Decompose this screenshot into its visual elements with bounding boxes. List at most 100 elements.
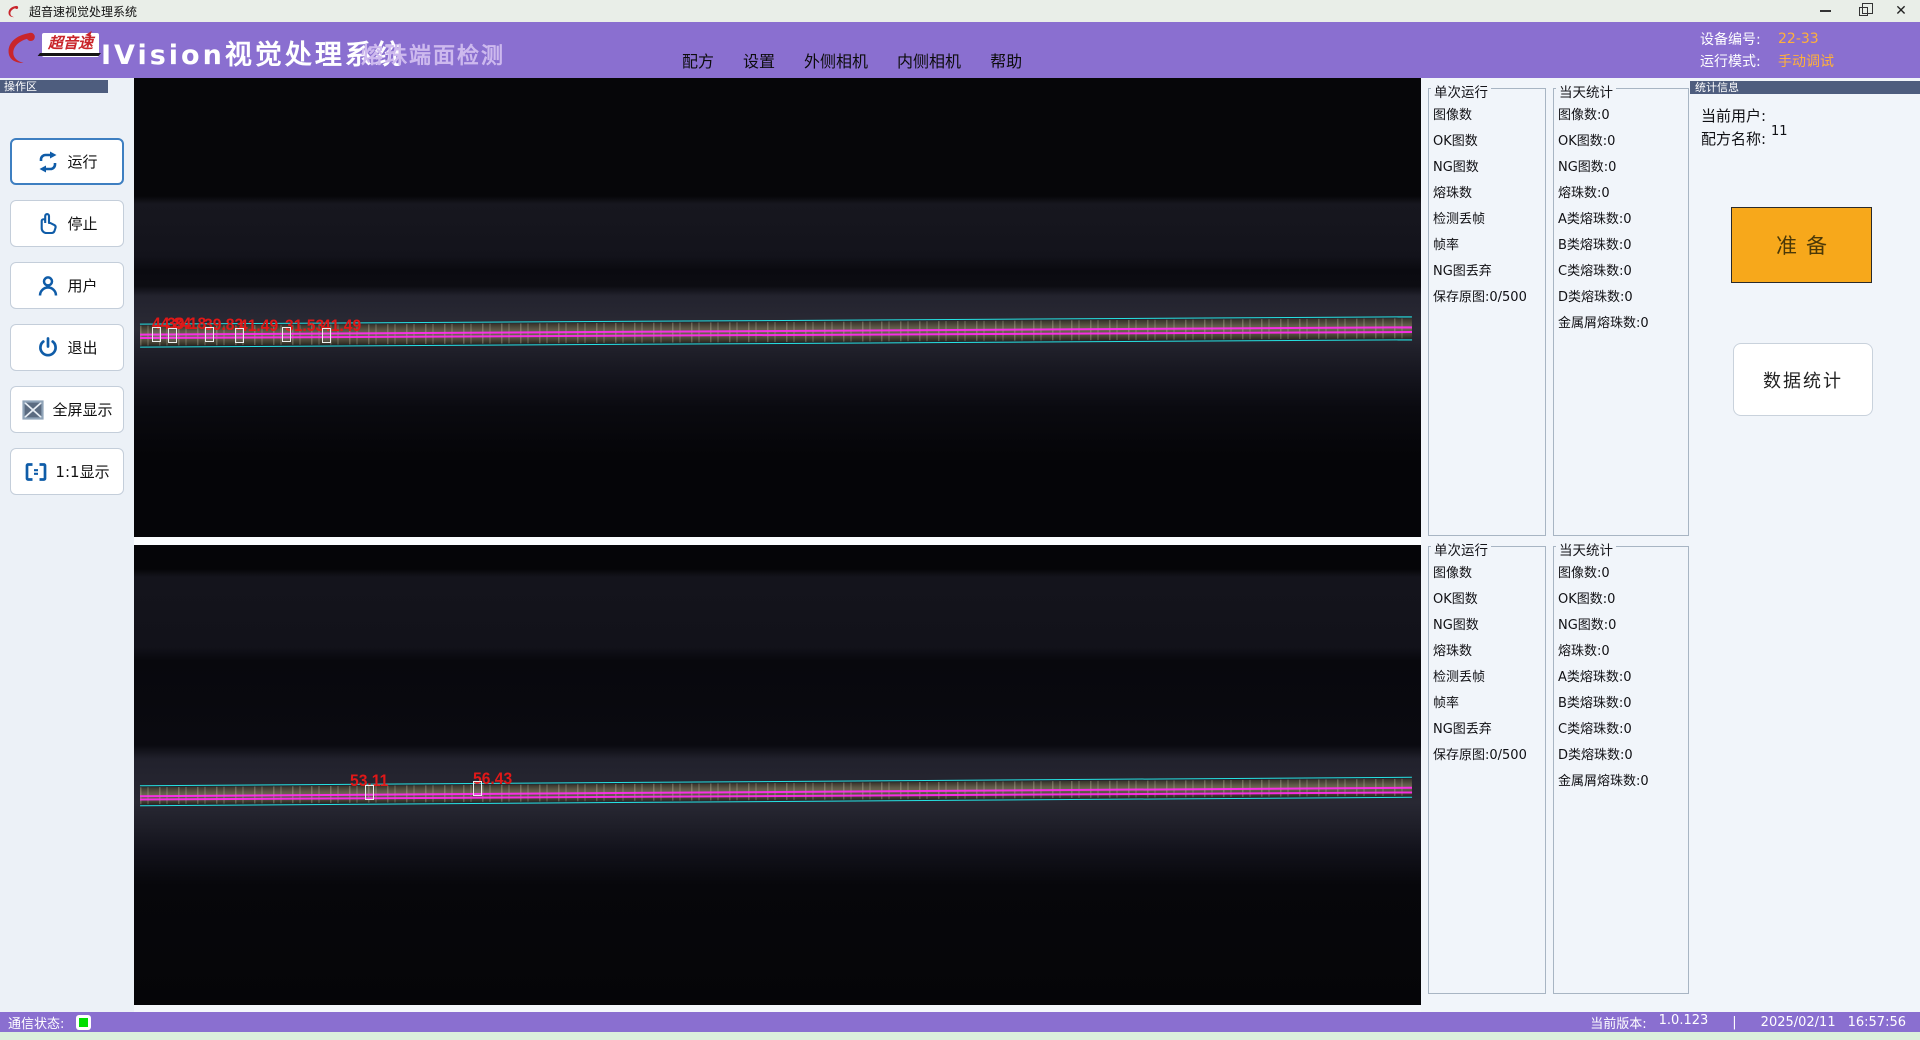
power-icon <box>36 336 60 360</box>
ready-button[interactable]: 准备 <box>1731 207 1872 283</box>
detection-marker <box>168 328 177 343</box>
restore-icon <box>1859 7 1868 16</box>
single-run-groupbox-items: 图像数OK图数NG图数熔珠数检测丢帧帧率NG图丢弃保存原图:0/500 <box>1429 103 1545 311</box>
main-area: 操作区 运行停止用户退出全屏显示1:1显示 44.8439.1839.8341.… <box>0 78 1920 1012</box>
titlebar: 超音速视觉处理系统 ✕ <box>0 0 1920 22</box>
recipe-name-value: 11 <box>1771 124 1788 139</box>
stat-item: NG图数:0 <box>1558 155 1688 181</box>
statistics-columns: 单次运行图像数OK图数NG图数熔珠数检测丢帧帧率NG图丢弃保存原图:0/500当… <box>1421 78 1690 1012</box>
brand-logo-icon <box>3 29 41 69</box>
current-user-label: 当前用户: <box>1701 105 1766 126</box>
sidebar-button-label: 停止 <box>67 213 97 234</box>
sidebar-button-stop[interactable]: 停止 <box>10 200 124 247</box>
data-statistics-button[interactable]: 数据统计 <box>1733 343 1873 416</box>
stat-item: 熔珠数 <box>1433 639 1545 665</box>
status-bar: 通信状态: 当前版本: 1.0.123 | 2025/02/11 16:57:5… <box>0 1012 1920 1032</box>
header-info: 设备编号: 22-33 运行模式: 手动调试 <box>1700 28 1834 72</box>
user-icon <box>36 274 60 298</box>
stat-item: 图像数:0 <box>1558 561 1688 587</box>
sidebar-button-label: 运行 <box>67 151 97 172</box>
menu-recipe[interactable]: 配方 <box>682 48 714 72</box>
run-sync-icon <box>36 150 60 174</box>
detection-marker <box>473 781 482 796</box>
stat-item: OK图数 <box>1433 587 1545 613</box>
menu-outer-camera[interactable]: 外侧相机 <box>804 48 868 72</box>
status-separator: | <box>1732 1015 1736 1030</box>
stat-item: 图像数:0 <box>1558 103 1688 129</box>
sidebar-button-exit[interactable]: 退出 <box>10 324 124 371</box>
restore-button[interactable] <box>1844 0 1882 22</box>
stat-item: A类熔珠数:0 <box>1558 207 1688 233</box>
menu-settings[interactable]: 设置 <box>743 48 775 72</box>
daily-stats-groupbox: 当天统计图像数:0OK图数:0NG图数:0熔珠数:0A类熔珠数:0B类熔珠数:0… <box>1553 546 1689 994</box>
operation-buttons: 运行停止用户退出全屏显示 1:1显示 <box>10 138 124 510</box>
stats-pair-top: 单次运行图像数OK图数NG图数熔珠数检测丢帧帧率NG图丢弃保存原图:0/500当… <box>1428 88 1690 536</box>
stat-item: OK图数 <box>1433 129 1545 155</box>
stat-item: 金属屑熔珠数:0 <box>1558 769 1688 795</box>
statistics-info-title: 统计信息 <box>1690 81 1920 94</box>
sidebar-button-fullscreen[interactable]: 全屏显示 <box>10 386 124 433</box>
device-number-label: 设备编号: <box>1700 29 1778 49</box>
detection-marker <box>322 328 331 343</box>
detection-marker <box>365 785 374 800</box>
recipe-name-label: 配方名称: <box>1701 128 1766 149</box>
sidebar-button-user[interactable]: 用户 <box>10 262 124 309</box>
menu-inner-camera[interactable]: 内侧相机 <box>897 48 961 72</box>
stat-item: D类熔珠数:0 <box>1558 743 1688 769</box>
stat-item: OK图数:0 <box>1558 587 1688 613</box>
stat-item: B类熔珠数:0 <box>1558 691 1688 717</box>
single-run-groupbox: 单次运行图像数OK图数NG图数熔珠数检测丢帧帧率NG图丢弃保存原图:0/500 <box>1428 546 1546 994</box>
single-run-groupbox-title: 单次运行 <box>1431 81 1491 101</box>
stat-item: A类熔珠数:0 <box>1558 665 1688 691</box>
sidebar-button-label: 全屏显示 <box>52 399 112 420</box>
status-time: 16:57:56 <box>1848 1015 1906 1030</box>
daily-stats-groupbox-items: 图像数:0OK图数:0NG图数:0熔珠数:0A类熔珠数:0B类熔珠数:0C类熔珠… <box>1554 103 1688 337</box>
close-button[interactable]: ✕ <box>1882 0 1920 22</box>
stat-item: NG图数 <box>1433 155 1545 181</box>
stat-item: OK图数:0 <box>1558 129 1688 155</box>
stat-item: B类熔珠数:0 <box>1558 233 1688 259</box>
stat-item: 保存原图:0/500 <box>1433 743 1545 769</box>
daily-stats-groupbox-items: 图像数:0OK图数:0NG图数:0熔珠数:0A类熔珠数:0B类熔珠数:0C类熔珠… <box>1554 561 1688 795</box>
menu-bar: 配方 设置 外侧相机 内侧相机 帮助 <box>682 48 1022 72</box>
stat-item: C类熔珠数:0 <box>1558 259 1688 285</box>
run-mode-value: 手动调试 <box>1778 51 1834 71</box>
stat-item: NG图丢弃 <box>1433 717 1545 743</box>
stat-item: 检测丢帧 <box>1433 665 1545 691</box>
stat-item: D类熔珠数:0 <box>1558 285 1688 311</box>
sidebar-button-one-to-one[interactable]: 1:1显示 <box>10 448 124 495</box>
camera-divider <box>134 537 1421 545</box>
stat-item: 熔珠数:0 <box>1558 639 1688 665</box>
stat-item: 检测丢帧 <box>1433 207 1545 233</box>
fullscreen-icon <box>21 398 45 422</box>
stat-item: 图像数 <box>1433 103 1545 129</box>
sidebar-button-label: 用户 <box>67 275 97 296</box>
single-run-groupbox: 单次运行图像数OK图数NG图数熔珠数检测丢帧帧率NG图丢弃保存原图:0/500 <box>1428 88 1546 536</box>
stat-item: NG图数 <box>1433 613 1545 639</box>
comm-status-led <box>76 1015 91 1030</box>
stat-item: 熔珠数 <box>1433 181 1545 207</box>
app-logo-icon <box>6 4 21 19</box>
operation-panel: 操作区 运行停止用户退出全屏显示1:1显示 <box>0 78 134 1012</box>
sidebar-button-label: 1:1显示 <box>55 461 109 482</box>
status-date: 2025/02/11 <box>1761 1015 1836 1030</box>
stat-item: 保存原图:0/500 <box>1433 285 1545 311</box>
single-run-groupbox-items: 图像数OK图数NG图数熔珠数检测丢帧帧率NG图丢弃保存原图:0/500 <box>1429 561 1545 769</box>
one-to-one-icon <box>24 460 48 484</box>
sidebar-button-run[interactable]: 运行 <box>10 138 124 185</box>
stop-hand-icon <box>36 212 60 236</box>
stat-item: 帧率 <box>1433 691 1545 717</box>
minimize-button[interactable] <box>1806 0 1844 22</box>
version-value: 1.0.123 <box>1659 1013 1709 1032</box>
app-title: IVision视觉处理系统 <box>101 33 405 72</box>
detection-marker <box>282 327 291 342</box>
single-run-groupbox-title: 单次运行 <box>1431 539 1491 559</box>
menu-help[interactable]: 帮助 <box>990 48 1022 72</box>
detection-marker <box>205 327 214 342</box>
camera-display-area: 44.8439.1839.8341.4931.5341.49 53.1156.4… <box>134 78 1421 1012</box>
app-subtitle: 熔珠端面检测 <box>361 38 505 70</box>
led-green-indicator <box>79 1018 88 1027</box>
detection-marker <box>152 327 161 342</box>
sidebar-button-label: 退出 <box>67 337 97 358</box>
measurement-label: 41.49 <box>239 316 278 336</box>
